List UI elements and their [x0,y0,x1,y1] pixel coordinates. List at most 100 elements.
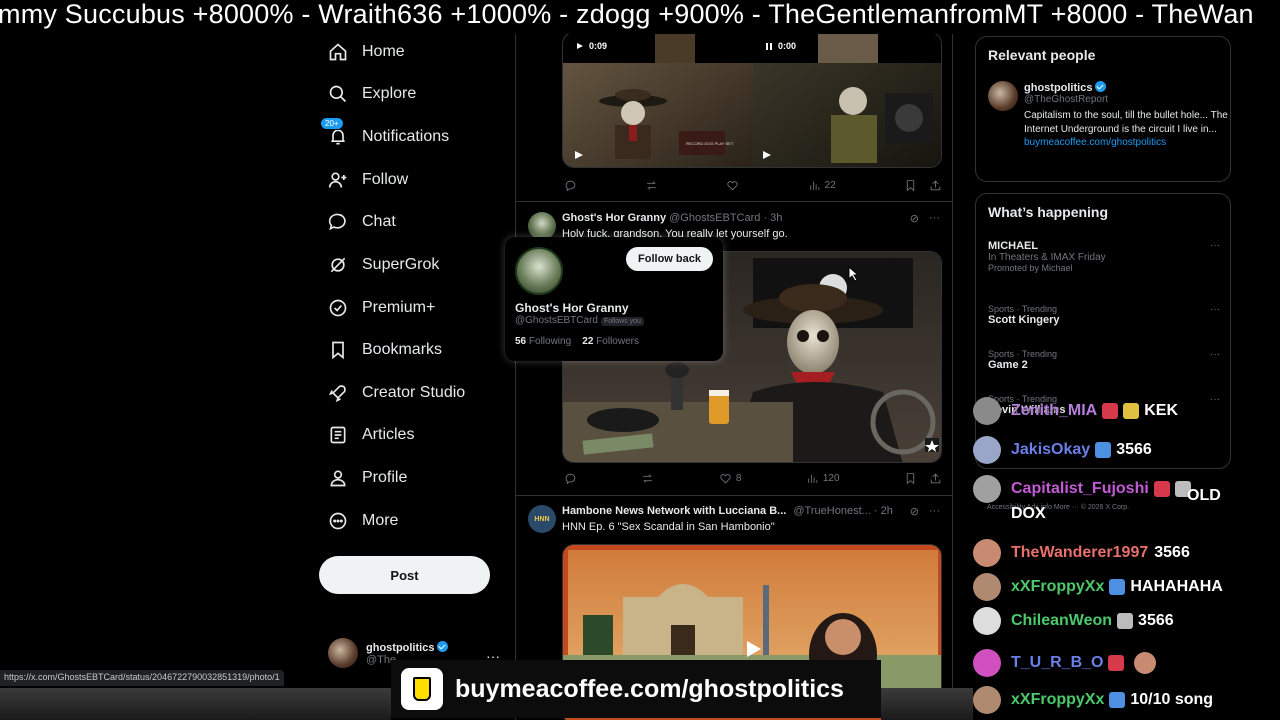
sidebar-item-supergrok[interactable]: SuperGrok [328,248,439,282]
grok-icon[interactable]: ⊘ [910,212,919,225]
tweet-header: Ghost's Hor Granny @GhostsEBTCard · 3h [562,212,782,224]
sidebar-item-notifications[interactable]: 20+ Notifications [320,117,449,154]
reply-button[interactable] [564,472,577,485]
post-button[interactable]: Post [319,556,490,594]
person-handle[interactable]: @TheGhostReport [1024,94,1234,105]
views-icon [809,181,819,190]
verified-icon [1095,81,1107,92]
chat-message: TheWanderer1997 3566 [973,539,1190,567]
sidebar-item-articles[interactable]: Articles [328,418,414,452]
more-icon[interactable]: ··· [929,212,940,225]
tweet-actions: 22 [564,177,942,193]
chat-avatar [973,436,1001,464]
chat-badge-icon [1123,403,1140,419]
like-button[interactable] [726,179,739,192]
tweet-author-handle[interactable]: @TrueHonest... [793,505,870,517]
tweet-time[interactable]: · 2h [874,505,893,517]
trend-item[interactable]: Sports · Trending Game 2 ··· [988,349,1220,371]
sidebar-item-explore[interactable]: Explore [328,77,416,111]
trend-item[interactable]: Sports · Trending Scott Kingery ··· [988,304,1220,326]
chat-username: JakisOkay [1011,441,1091,458]
sidebar-item-label: Profile [362,469,408,486]
sidebar-item-premium[interactable]: Premium+ [328,291,435,325]
more-icon[interactable]: ··· [1210,304,1220,315]
followers-link[interactable]: 22 Followers [582,336,639,347]
follow-back-button[interactable]: Follow back [626,247,713,271]
verified-icon [437,640,449,652]
chat-avatar [973,397,1001,425]
share-icon[interactable] [929,179,942,192]
notification-badge: 20+ [320,117,344,130]
like-button[interactable]: 8 [719,472,741,485]
repost-button[interactable] [641,472,654,485]
tweet-author-name[interactable]: Ghost's Hor Granny [562,212,666,224]
chat-avatar [973,573,1001,601]
sidebar-item-label: Premium+ [362,299,436,316]
trend-item[interactable]: MICHAEL In Theaters & IMAX Friday Promot… [988,240,1220,273]
tweet-time[interactable]: · 3h [763,212,782,224]
chat-text: KEK [1144,402,1178,419]
avatar[interactable] [515,247,563,295]
person-link[interactable]: buymeacoffee.com/ghostpolitics [1024,137,1234,148]
coffee-cup-icon [401,668,443,710]
reply-icon [565,180,576,191]
views-count: 120 [822,472,840,484]
hovercard-name[interactable]: Ghost's Hor Granny [515,301,713,315]
taskbar-strip [0,688,391,720]
avatar[interactable] [988,81,1018,111]
video-media[interactable]: 0:09 0:00 RECORD DOG PLAY SET [562,34,942,168]
follows-you-badge: Follows you [600,317,644,326]
relevant-person[interactable]: ghostpolitics @TheGhostReport Capitalism… [988,81,1234,148]
article-icon [328,425,348,445]
more-circle-icon [328,511,348,531]
tweet-header-icons: ⊘ ··· [910,212,940,225]
tweet-header-icons: ⊘ ··· [910,505,940,518]
sidebar-item-creator-studio[interactable]: Creator Studio [328,376,465,410]
chat-avatar [973,649,1001,677]
chat-message: JakisOkay 3566 [973,436,1152,464]
chat-badge-icon [1095,442,1112,458]
views-button[interactable]: 22 [808,179,836,192]
reply-button[interactable] [564,179,577,192]
chat-text: 10/10 song [1130,691,1214,708]
person-add-icon [328,170,348,190]
browser-status-url: https://x.com/GhostsEBTCard/status/20467… [0,670,284,686]
followers-count: 22 [582,336,594,347]
relevant-people-panel: Relevant people ghostpolitics @TheGhostR… [975,36,1231,182]
more-icon[interactable]: ··· [1210,349,1220,360]
heart-icon [727,180,739,190]
avatar [328,638,358,668]
sidebar-item-profile[interactable]: Profile [328,461,407,495]
tweet-text: HNN Ep. 6 "Sex Scandal in San Hambonio" [562,521,775,533]
grok-icon[interactable]: ⊘ [910,505,919,518]
avatar[interactable] [528,212,556,240]
account-name: ghostpolitics [366,641,435,654]
sidebar-item-chat[interactable]: Chat [328,205,396,239]
tweet-author-handle[interactable]: @GhostsEBTCard [669,212,760,224]
coffee-url: buymeacoffee.com/ghostpolitics [455,674,844,703]
search-icon [328,84,348,104]
sidebar-item-follow[interactable]: Follow [328,163,408,197]
following-link[interactable]: 56 Following [515,336,571,347]
trend-category: Sports · Trending [988,304,1058,314]
chat-text: HAHAHAHA [1130,578,1223,595]
tweet-author-name[interactable]: Hambone News Network with Lucciana B... [562,505,786,517]
hovercard-handle[interactable]: @GhostsEBTCard [515,315,598,326]
rocket-icon [328,383,348,403]
person-name[interactable]: ghostpolitics [1024,82,1092,94]
chat-text: 3566 [1154,544,1190,561]
divider [516,201,952,202]
bookmark-icon[interactable] [904,179,917,192]
repost-button[interactable] [645,179,658,192]
sidebar-item-label: Articles [362,426,415,443]
avatar[interactable]: HNN [528,505,556,533]
sidebar-item-more[interactable]: More [328,504,398,538]
more-icon[interactable]: ··· [1210,240,1220,251]
bookmark-icon[interactable] [904,472,917,485]
mouse-cursor-icon [848,266,860,282]
sidebar-item-bookmarks[interactable]: Bookmarks [328,333,442,367]
views-button[interactable]: 120 [806,472,840,485]
more-icon[interactable]: ··· [929,505,940,518]
sidebar-item-home[interactable]: Home [328,35,405,69]
share-icon[interactable] [929,472,942,485]
